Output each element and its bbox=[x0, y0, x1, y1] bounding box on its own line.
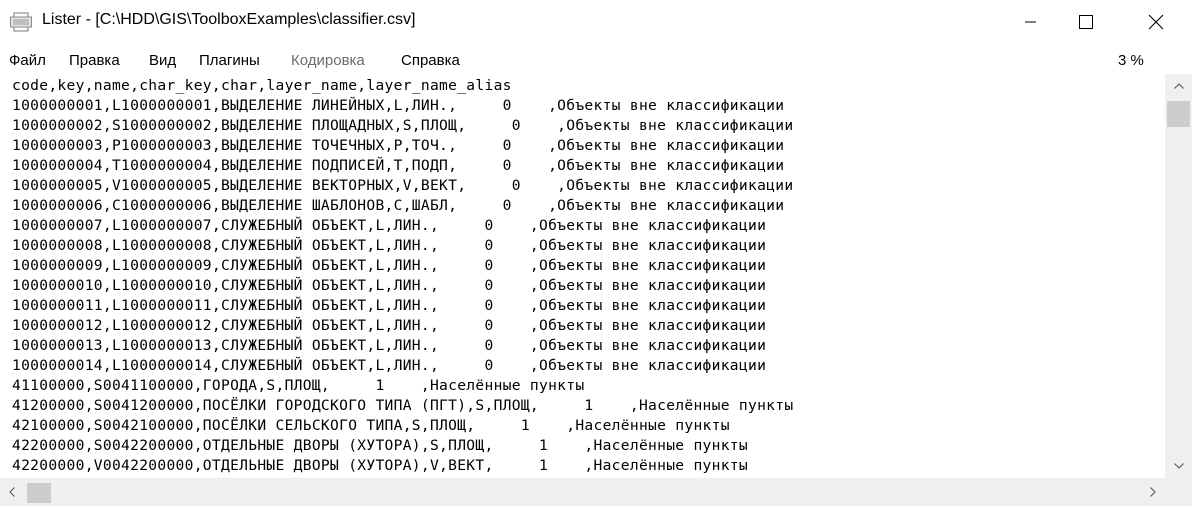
text-line: 1000000004,T1000000004,ВЫДЕЛЕНИЕ ПОДПИСЕ… bbox=[12, 157, 785, 174]
minimize-icon bbox=[1025, 21, 1036, 23]
text-line: 1000000005,V1000000005,ВЫДЕЛЕНИЕ ВЕКТОРН… bbox=[12, 177, 794, 194]
chevron-up-icon bbox=[1173, 83, 1184, 89]
text-line: 41200000,S0041200000,ПОСЁЛКИ ГОРОДСКОГО … bbox=[12, 397, 794, 414]
lister-window: Lister - [C:\HDD\GIS\ToolboxExamples\cla… bbox=[0, 0, 1192, 506]
menu-help[interactable]: Справка bbox=[401, 52, 460, 69]
scroll-up-button[interactable] bbox=[1165, 74, 1192, 98]
file-lines: code,key,name,char_key,char,layer_name,l… bbox=[12, 76, 793, 476]
text-line: 1000000012,L1000000012,СЛУЖЕБНЫЙ ОБЪЕКТ,… bbox=[12, 317, 767, 334]
text-line: 1000000013,L1000000013,СЛУЖЕБНЫЙ ОБЪЕКТ,… bbox=[12, 337, 767, 354]
text-line: 42200000,V0042200000,ОТДЕЛЬНЫЕ ДВОРЫ (ХУ… bbox=[12, 457, 748, 474]
horizontal-scroll-thumb[interactable] bbox=[27, 483, 51, 503]
menu-view[interactable]: Вид bbox=[149, 52, 176, 69]
horizontal-scrollbar[interactable] bbox=[0, 478, 1165, 506]
menu-file[interactable]: Файл bbox=[9, 52, 46, 69]
close-button[interactable] bbox=[1133, 0, 1179, 44]
menu-encoding[interactable]: Кодировка bbox=[291, 52, 365, 69]
text-line: 1000000011,L1000000011,СЛУЖЕБНЫЙ ОБЪЕКТ,… bbox=[12, 297, 767, 314]
scroll-down-button[interactable] bbox=[1165, 454, 1192, 478]
text-view[interactable]: code,key,name,char_key,char,layer_name,l… bbox=[0, 74, 1165, 478]
close-icon bbox=[1148, 14, 1164, 30]
menu-plugins[interactable]: Плагины bbox=[199, 52, 260, 69]
vertical-scroll-thumb[interactable] bbox=[1167, 101, 1190, 127]
zoom-percent: 3 % bbox=[1118, 52, 1144, 69]
text-line: 1000000009,L1000000009,СЛУЖЕБНЫЙ ОБЪЕКТ,… bbox=[12, 257, 767, 274]
text-line: 1000000001,L1000000001,ВЫДЕЛЕНИЕ ЛИНЕЙНЫ… bbox=[12, 97, 785, 114]
text-line: 1000000014,L1000000014,СЛУЖЕБНЫЙ ОБЪЕКТ,… bbox=[12, 357, 767, 374]
maximize-icon bbox=[1079, 15, 1093, 29]
scroll-right-button[interactable] bbox=[1141, 478, 1165, 506]
chevron-left-icon bbox=[9, 487, 15, 497]
minimize-button[interactable] bbox=[1008, 0, 1054, 44]
menu-bar: Файл Правка Вид Плагины Кодировка Справк… bbox=[0, 48, 1192, 74]
text-line: 1000000006,C1000000006,ВЫДЕЛЕНИЕ ШАБЛОНО… bbox=[12, 197, 785, 214]
window-title: Lister - [C:\HDD\GIS\ToolboxExamples\cla… bbox=[42, 11, 416, 28]
menu-edit[interactable]: Правка bbox=[69, 52, 120, 69]
scrollbar-corner bbox=[1165, 478, 1192, 506]
text-line: 1000000010,L1000000010,СЛУЖЕБНЫЙ ОБЪЕКТ,… bbox=[12, 277, 767, 294]
scroll-left-button[interactable] bbox=[0, 478, 24, 506]
text-line: code,key,name,char_key,char,layer_name,l… bbox=[12, 77, 512, 94]
title-bar[interactable]: Lister - [C:\HDD\GIS\ToolboxExamples\cla… bbox=[0, 0, 1192, 44]
maximize-button[interactable] bbox=[1063, 0, 1109, 44]
text-line: 1000000002,S1000000002,ВЫДЕЛЕНИЕ ПЛОЩАДН… bbox=[12, 117, 794, 134]
vertical-scrollbar[interactable] bbox=[1165, 74, 1192, 478]
text-line: 42100000,S0042100000,ПОСЁЛКИ СЕЛЬСКОГО Т… bbox=[12, 417, 730, 434]
text-line: 1000000007,L1000000007,СЛУЖЕБНЫЙ ОБЪЕКТ,… bbox=[12, 217, 767, 234]
text-line: 42200000,S0042200000,ОТДЕЛЬНЫЕ ДВОРЫ (ХУ… bbox=[12, 437, 748, 454]
lister-document-icon bbox=[10, 12, 32, 32]
text-line: 1000000008,L1000000008,СЛУЖЕБНЫЙ ОБЪЕКТ,… bbox=[12, 237, 767, 254]
text-line: 1000000003,P1000000003,ВЫДЕЛЕНИЕ ТОЧЕЧНЫ… bbox=[12, 137, 785, 154]
chevron-down-icon bbox=[1173, 463, 1184, 469]
chevron-right-icon bbox=[1150, 487, 1156, 497]
text-line: 41100000,S0041100000,ГОРОДА,S,ПЛОЩ, 1 ,Н… bbox=[12, 377, 585, 394]
